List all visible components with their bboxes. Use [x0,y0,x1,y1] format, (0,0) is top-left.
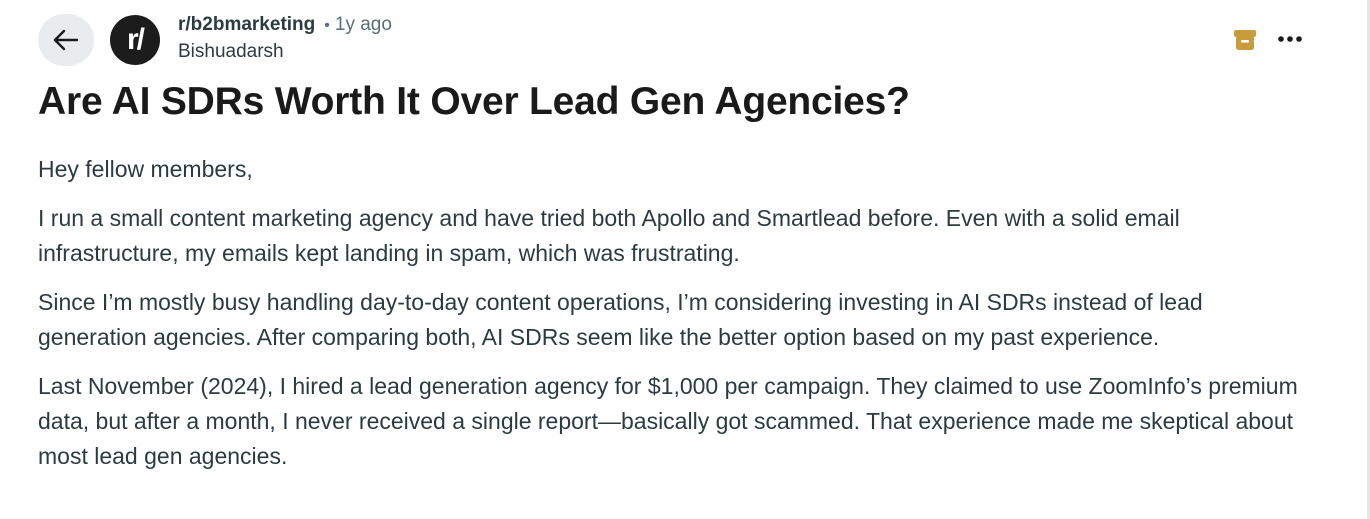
post-paragraph: Hey fellow members, [38,156,253,182]
post-body: Hey fellow members, I run a small conten… [38,152,1313,474]
subreddit-avatar[interactable]: r/ [110,15,160,65]
post-header: r/ r/b2bmarketing • 1y ago Bishuadarsh [38,14,1318,70]
meta-top-row: r/b2bmarketing • 1y ago [178,14,392,38]
avatar-text: r/ [126,23,145,56]
more-options-button[interactable] [1274,24,1306,54]
post-meta: r/b2bmarketing • 1y ago Bishuadarsh [178,14,392,63]
meta-separator: • [324,17,330,34]
post-title: Are AI SDRs Worth It Over Lead Gen Agenc… [38,80,910,123]
arrow-left-icon [53,29,79,51]
back-button[interactable] [38,14,94,66]
more-horizontal-icon [1278,36,1302,42]
subreddit-link[interactable]: r/b2bmarketing [178,14,315,36]
author-link[interactable]: Bishuadarsh [178,41,392,63]
post-paragraph: Since I’m mostly busy handling day-to-da… [38,289,1203,350]
post-paragraph: Last November (2024), I hired a lead gen… [38,373,1298,469]
post-time: 1y ago [334,14,392,35]
post-paragraph: I run a small content marketing agency a… [38,205,1180,266]
post-container: r/ r/b2bmarketing • 1y ago Bishuadarsh A… [38,14,1318,488]
archive-icon [1234,30,1256,50]
